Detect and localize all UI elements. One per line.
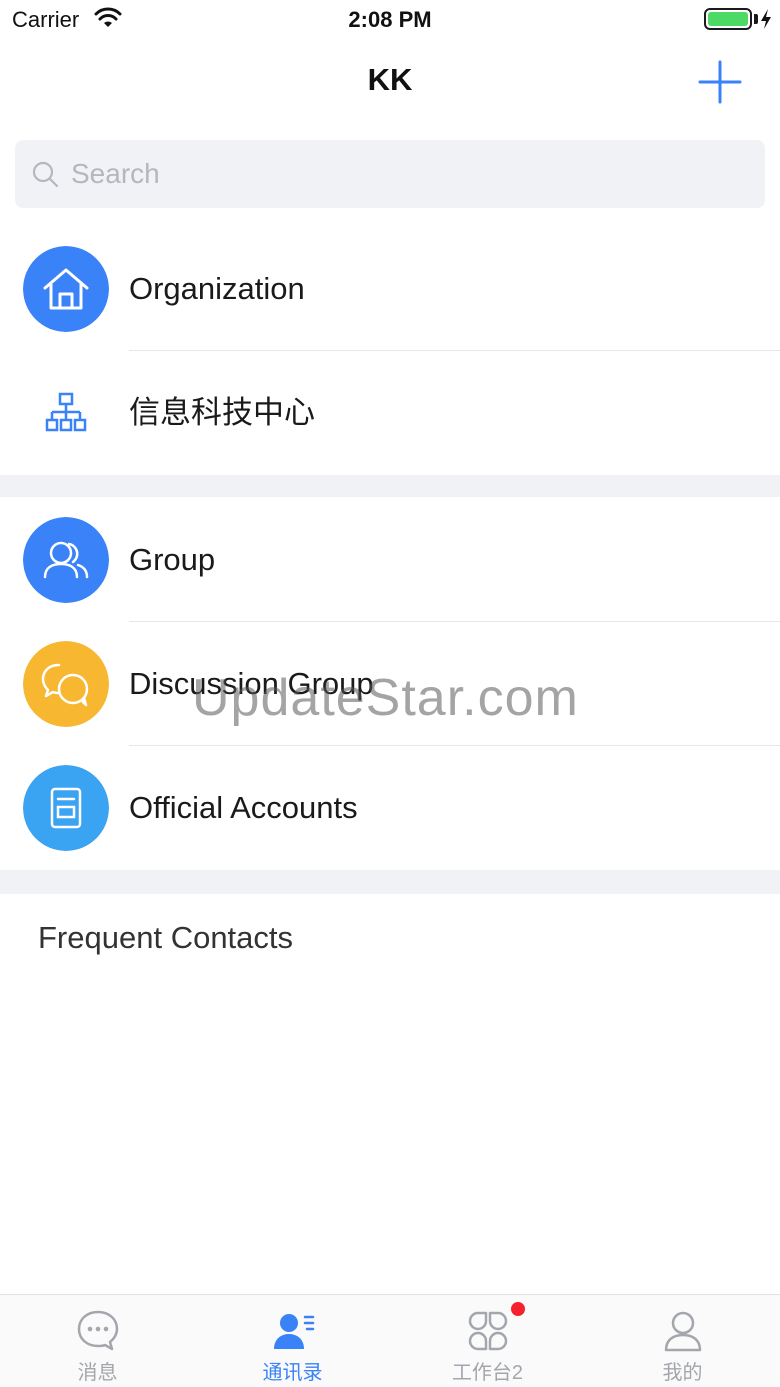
department-label: 信息科技中心 [129,395,315,430]
section-divider [0,870,780,894]
list-item-group[interactable]: Group [0,498,780,622]
frequent-contacts-header: Frequent Contacts [38,920,294,955]
tab-profile-label: 我的 [662,1362,703,1384]
message-icon [77,1310,119,1351]
tab-workbench-label: 工作台2 [451,1362,524,1384]
home-icon [23,246,109,332]
group-icon [23,517,109,603]
tab-bar: 消息 通讯录 工作台2 我的 [0,1294,780,1387]
nav-bar: KK [0,40,780,120]
list-item-department[interactable]: 信息科技中心 [0,351,780,475]
discussion-group-label: Discussion Group [129,666,374,701]
organization-label: Organization [129,271,305,306]
charging-icon [761,9,771,29]
tab-contacts-label: 通讯录 [262,1362,323,1384]
tab-messages-label: 消息 [77,1362,118,1384]
tab-messages[interactable]: 消息 [0,1295,195,1387]
tab-contacts[interactable]: 通讯录 [195,1295,390,1387]
page-title: KK [367,62,413,97]
section-divider [0,475,780,497]
list-item-official-accounts[interactable]: Official Accounts [0,746,780,870]
status-time: 2:08 PM [348,7,432,32]
search-input[interactable] [71,140,751,208]
group-label: Group [129,542,216,577]
workbench-icon [468,1311,508,1351]
status-bar: Carrier 2:08 PM [0,0,780,40]
add-icon[interactable] [696,58,744,106]
tab-workbench[interactable]: 工作台2 [390,1295,585,1387]
search-icon [32,161,59,188]
document-icon [23,765,109,851]
tab-profile[interactable]: 我的 [585,1295,780,1387]
battery-tip [754,14,758,24]
battery-icon [704,8,752,30]
list-item-discussion-group[interactable]: Discussion Group [0,622,780,746]
official-accounts-label: Official Accounts [129,790,358,825]
search-bar[interactable] [15,140,765,208]
contacts-icon [274,1314,315,1349]
org-chart-icon [45,392,87,432]
chat-bubbles-icon [23,641,109,727]
list-item-organization[interactable]: Organization [0,227,780,351]
notification-badge [511,1302,525,1316]
profile-icon [664,1311,702,1352]
